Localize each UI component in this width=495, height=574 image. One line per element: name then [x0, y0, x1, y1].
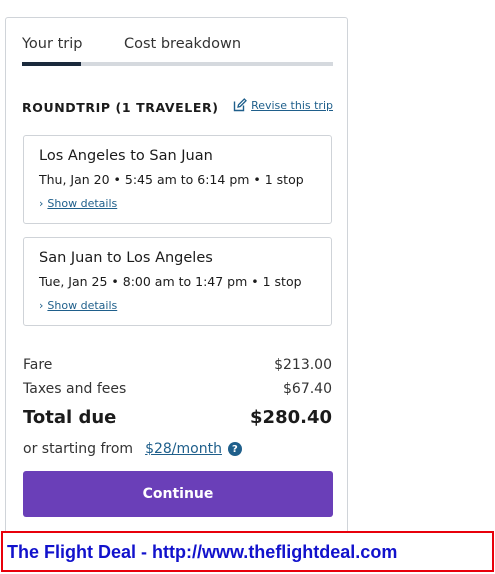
roundtrip-title: ROUNDTRIP (1 TRAVELER)	[22, 100, 219, 115]
flight-leg-outbound: Los Angeles to San Juan Thu, Jan 20 • 5:…	[23, 135, 332, 224]
edit-icon	[233, 98, 247, 112]
tab-bar: Your trip Cost breakdown	[22, 36, 333, 66]
flight-leg-return: San Juan to Los Angeles Tue, Jan 25 • 8:…	[23, 237, 332, 326]
fare-value: $213.00	[274, 357, 332, 373]
leg-times: Tue, Jan 25 • 8:00 am to 1:47 pm • 1 sto…	[39, 274, 302, 289]
taxes-value: $67.40	[283, 381, 332, 397]
leg-route: Los Angeles to San Juan	[39, 148, 213, 164]
roundtrip-header: ROUNDTRIP (1 TRAVELER) Revise this trip	[22, 98, 333, 118]
tab-active-indicator	[22, 62, 81, 66]
banner-text: The Flight Deal - http://www.theflightde…	[7, 542, 398, 562]
watermark-banner: The Flight Deal - http://www.theflightde…	[1, 531, 494, 572]
tab-your-trip[interactable]: Your trip	[22, 36, 82, 52]
continue-button[interactable]: Continue	[23, 471, 333, 517]
leg-times: Thu, Jan 20 • 5:45 am to 6:14 pm • 1 sto…	[39, 172, 304, 187]
show-details-label[interactable]: Show details	[47, 299, 117, 312]
starting-from-label: or starting from	[23, 441, 134, 457]
fare-label: Fare	[23, 357, 53, 373]
chevron-right-icon: ›	[39, 197, 44, 210]
total-label: Total due	[23, 407, 117, 428]
trip-summary-card: Your trip Cost breakdown ROUNDTRIP (1 TR…	[5, 17, 348, 557]
chevron-right-icon: ›	[39, 299, 44, 312]
show-details-label[interactable]: Show details	[47, 197, 117, 210]
tab-cost-breakdown[interactable]: Cost breakdown	[124, 36, 241, 52]
question-icon[interactable]: ?	[227, 442, 242, 456]
show-details-link[interactable]: › Show details	[39, 299, 117, 312]
leg-route: San Juan to Los Angeles	[39, 250, 213, 266]
financing-row: or starting from $28/month ?	[23, 441, 242, 457]
monthly-amount-link[interactable]: $28/month	[145, 441, 222, 457]
revise-trip-label[interactable]: Revise this trip	[251, 99, 333, 112]
show-details-link[interactable]: › Show details	[39, 197, 117, 210]
revise-trip-link[interactable]: Revise this trip	[233, 98, 333, 112]
taxes-label: Taxes and fees	[23, 381, 127, 397]
total-value: $280.40	[250, 407, 332, 428]
